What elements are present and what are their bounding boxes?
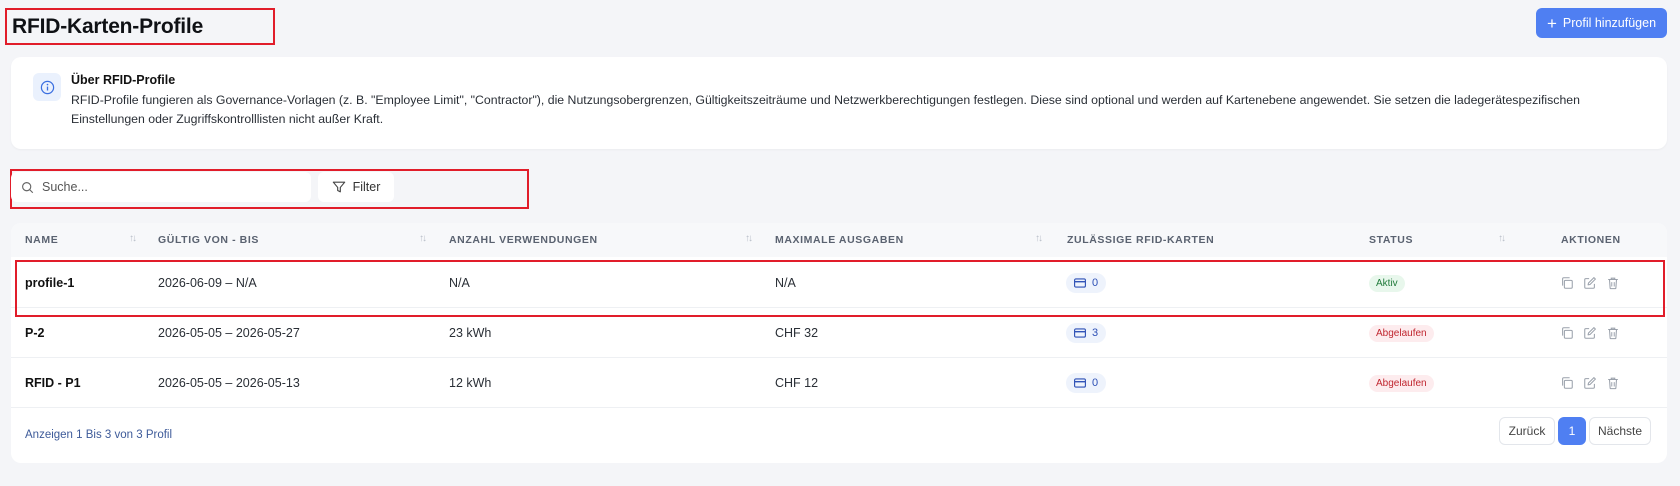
table-row[interactable]: profile-1 2026-06-09 – N/A N/A N/A 0 Akt… — [11, 258, 1667, 308]
next-page-button[interactable]: Nächste — [1589, 417, 1651, 445]
column-header-status[interactable]: STATUS — [1369, 223, 1413, 257]
trash-icon[interactable] — [1606, 326, 1620, 340]
add-profile-button[interactable]: + Profil hinzufügen — [1536, 8, 1667, 38]
cards-badge[interactable]: 0 — [1066, 373, 1107, 393]
info-text: RFID-Profile fungieren als Governance-Vo… — [71, 93, 1580, 126]
cell-actions — [1560, 308, 1620, 358]
table-row[interactable]: P-2 2026-05-05 – 2026-05-27 23 kWh CHF 3… — [11, 308, 1667, 358]
cell-name: RFID - P1 — [25, 376, 81, 390]
plus-icon: + — [1546, 13, 1557, 33]
cell-cards: 0 — [1066, 258, 1107, 308]
credit-card-icon — [1074, 378, 1086, 388]
cell-max: CHF 32 — [775, 326, 819, 340]
search-box[interactable] — [11, 172, 311, 202]
sort-icon[interactable]: ↑↓ — [1498, 233, 1506, 244]
copy-icon[interactable] — [1560, 326, 1574, 340]
sort-icon[interactable]: ↑↓ — [419, 233, 427, 244]
filter-icon — [332, 181, 345, 193]
info-title: Über RFID-Profile — [71, 73, 176, 87]
cell-name: P-2 — [25, 326, 45, 340]
column-header-max[interactable]: MAXIMALE AUSGABEN — [775, 223, 904, 257]
cell-max: N/A — [775, 276, 796, 290]
pagination: Zurück 1 Nächste — [1499, 417, 1651, 445]
cell-max: CHF 12 — [775, 376, 819, 390]
edit-icon[interactable] — [1583, 326, 1597, 340]
edit-icon[interactable] — [1583, 276, 1597, 290]
cell-status: Abgelaufen — [1369, 358, 1434, 408]
cards-count: 3 — [1092, 327, 1099, 339]
page-title: RFID-Karten-Profile — [12, 14, 204, 38]
column-header-actions: AKTIONEN — [1561, 234, 1621, 246]
sort-icon[interactable]: ↑↓ — [745, 233, 753, 244]
cards-count: 0 — [1092, 277, 1099, 289]
column-header-valid[interactable]: GÜLTIG VON - BIS — [158, 223, 259, 257]
search-input[interactable] — [42, 180, 292, 194]
cell-cards: 3 — [1066, 308, 1107, 358]
cell-valid: 2026-05-05 – 2026-05-27 — [158, 326, 300, 340]
credit-card-icon — [1074, 278, 1086, 288]
prev-page-button[interactable]: Zurück — [1499, 417, 1555, 445]
copy-icon[interactable] — [1560, 276, 1574, 290]
cell-status: Abgelaufen — [1369, 308, 1434, 358]
info-card: Über RFID-Profile RFID-Profile fungieren… — [11, 57, 1667, 149]
page-1-button[interactable]: 1 — [1558, 417, 1586, 445]
filter-label: Filter — [352, 180, 381, 194]
pagination-summary: Anzeigen 1 Bis 3 von 3 Profil — [25, 429, 173, 441]
edit-icon[interactable] — [1583, 376, 1597, 390]
page-title-highlight: RFID-Karten-Profile — [5, 8, 275, 45]
sort-icon[interactable]: ↑↓ — [129, 233, 137, 244]
status-badge: Aktiv — [1369, 274, 1405, 292]
info-icon — [33, 73, 61, 101]
filter-button[interactable]: Filter — [318, 172, 394, 202]
cell-uses: N/A — [449, 276, 470, 290]
column-header-name[interactable]: NAME — [25, 223, 58, 257]
cell-actions — [1560, 258, 1620, 308]
sort-icon[interactable]: ↑↓ — [1035, 233, 1043, 244]
cell-cards: 0 — [1066, 358, 1107, 408]
status-badge: Abgelaufen — [1369, 374, 1434, 392]
status-badge: Abgelaufen — [1369, 324, 1434, 342]
copy-icon[interactable] — [1560, 376, 1574, 390]
cell-valid: 2026-05-05 – 2026-05-13 — [158, 376, 300, 390]
cards-badge[interactable]: 3 — [1066, 323, 1107, 343]
credit-card-icon — [1074, 328, 1086, 338]
column-header-cards: ZULÄSSIGE RFID-KARTEN — [1067, 234, 1215, 246]
add-profile-label: Profil hinzufügen — [1562, 16, 1657, 30]
cards-count: 0 — [1092, 377, 1099, 389]
cell-uses: 12 kWh — [449, 376, 492, 390]
search-icon — [22, 181, 34, 193]
cards-badge[interactable]: 0 — [1066, 273, 1107, 293]
profiles-table: NAME ↑↓ GÜLTIG VON - BIS ↑↓ ANZAHL VERWE… — [11, 223, 1667, 463]
cell-status: Aktiv — [1369, 258, 1405, 308]
table-row[interactable]: RFID - P1 2026-05-05 – 2026-05-13 12 kWh… — [11, 358, 1667, 408]
cell-actions — [1560, 358, 1620, 408]
table-header: NAME ↑↓ GÜLTIG VON - BIS ↑↓ ANZAHL VERWE… — [11, 223, 1667, 257]
cell-valid: 2026-06-09 – N/A — [158, 276, 257, 290]
cell-uses: 23 kWh — [449, 326, 492, 340]
cell-name: profile-1 — [25, 276, 75, 290]
trash-icon[interactable] — [1606, 376, 1620, 390]
column-header-uses[interactable]: ANZAHL VERWENDUNGEN — [449, 223, 598, 257]
trash-icon[interactable] — [1606, 276, 1620, 290]
